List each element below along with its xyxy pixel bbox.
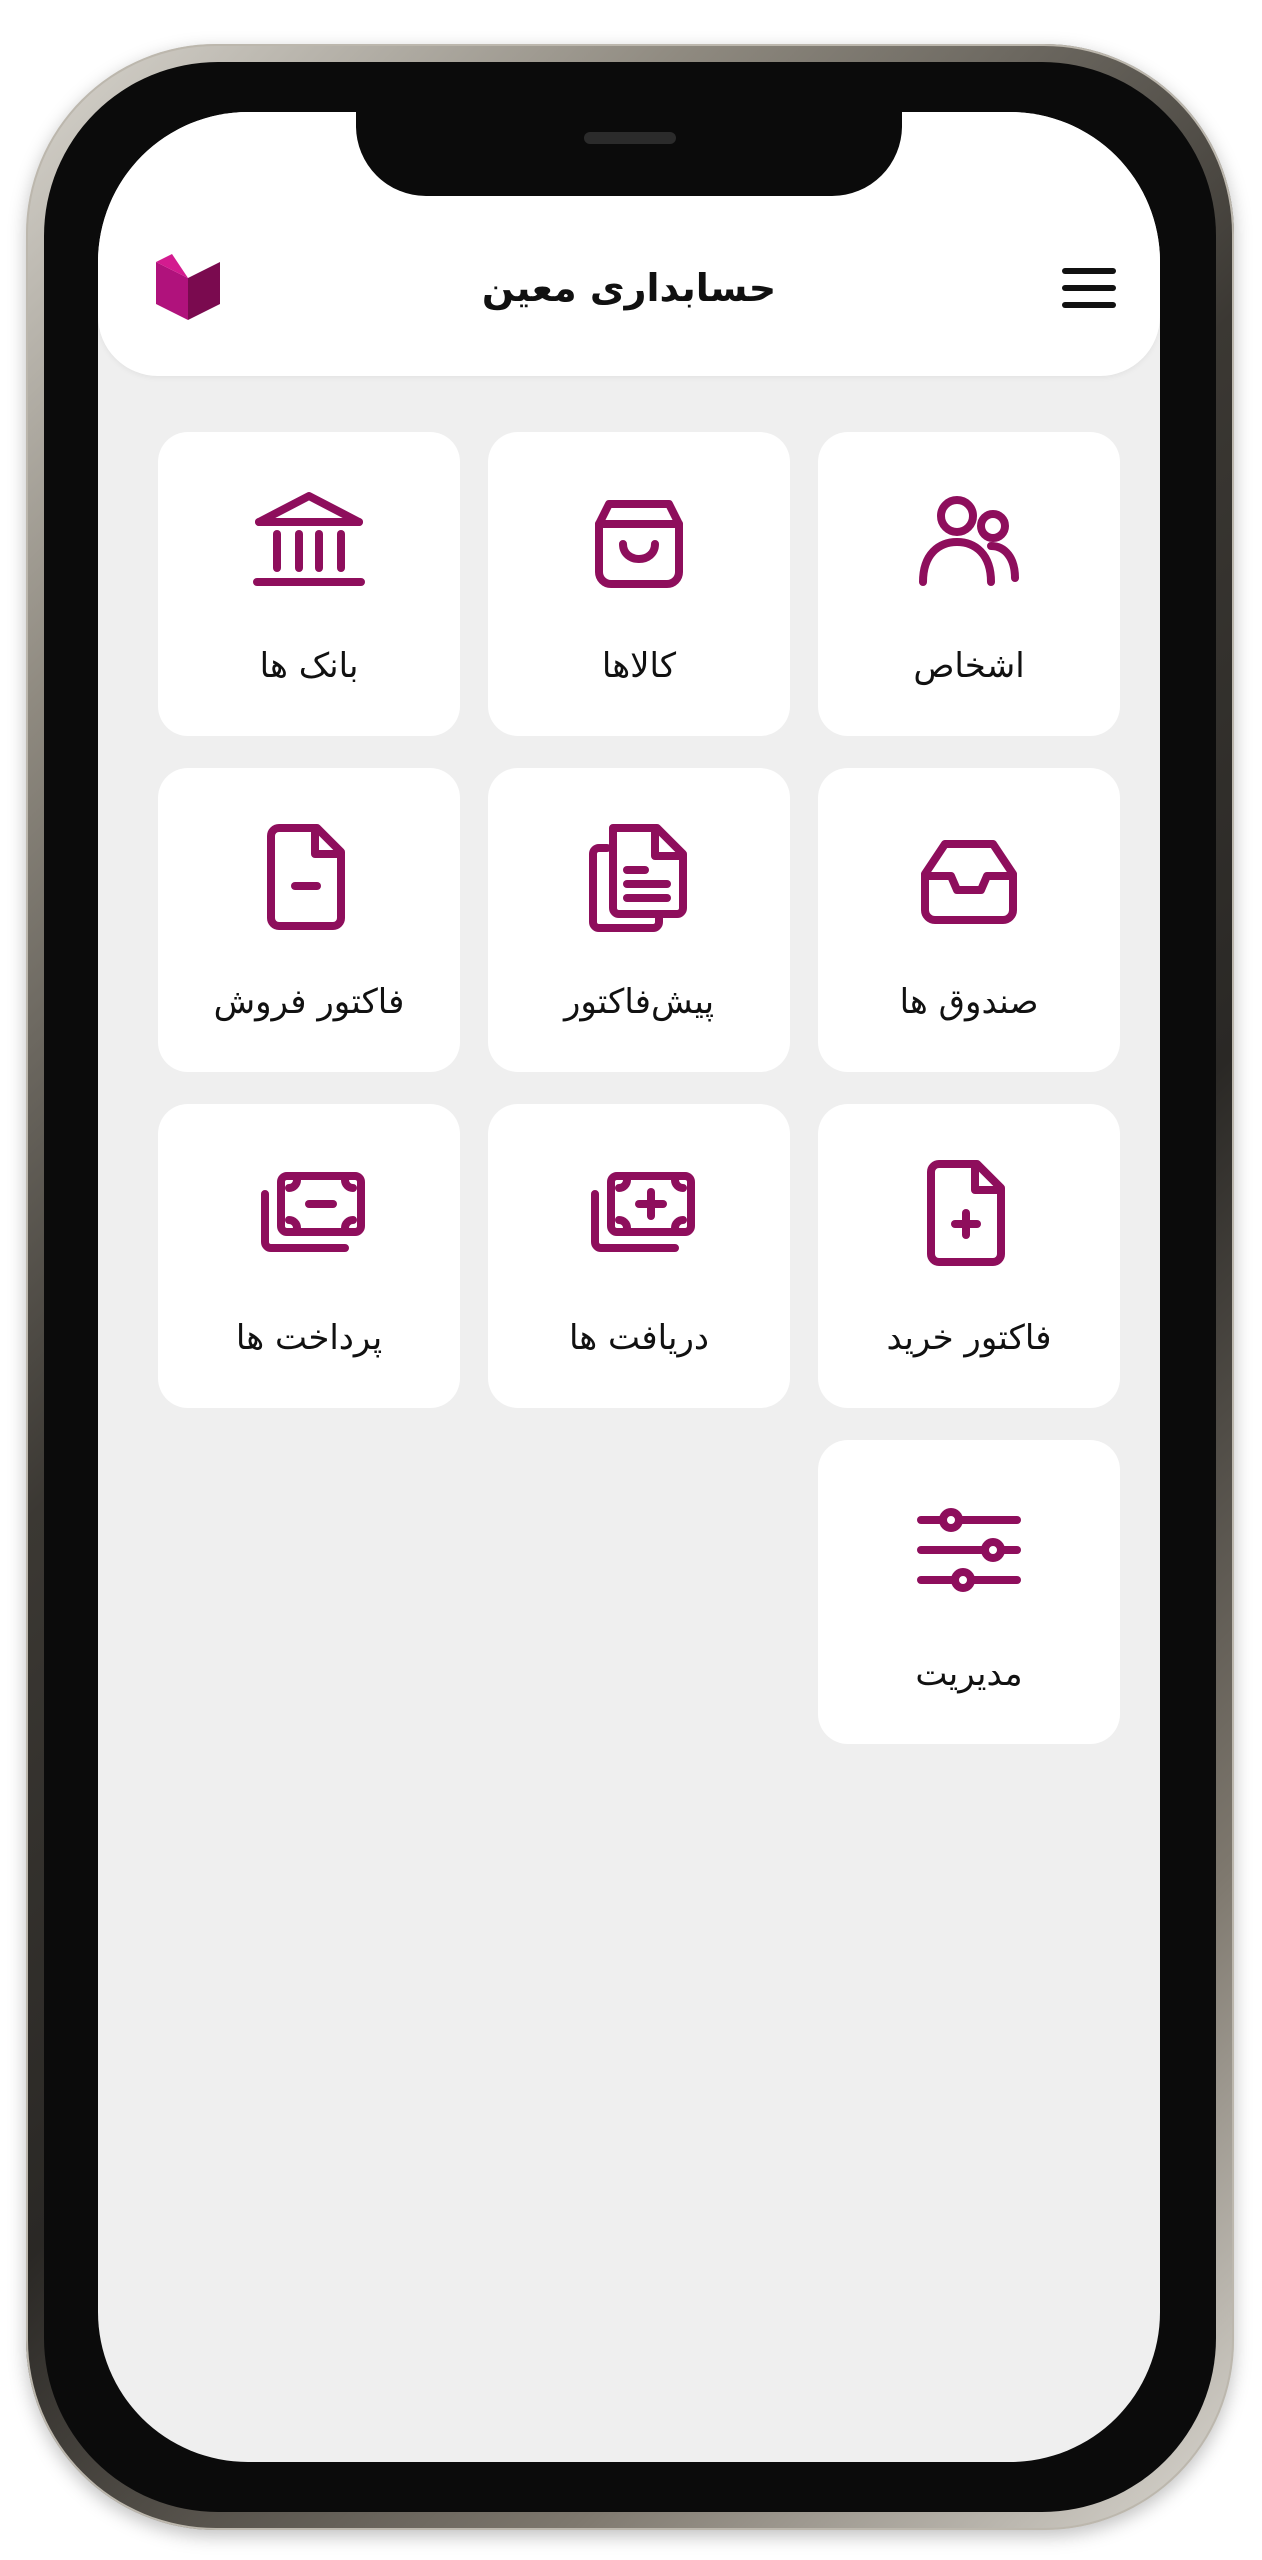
tile-persons[interactable]: اشخاص — [818, 432, 1120, 736]
tile-payments[interactable]: پرداخت ها — [158, 1104, 460, 1408]
tile-label: کالاها — [601, 646, 677, 686]
tile-label: بانک ها — [259, 646, 359, 686]
tile-label: فاکتور فروش — [213, 982, 405, 1022]
tile-label: پیش‌فاکتور — [563, 982, 715, 1022]
tile-management[interactable]: مدیریت — [818, 1440, 1120, 1744]
tile-cash-boxes[interactable]: صندوق ها — [818, 768, 1120, 1072]
shopping-bag-icon — [595, 500, 683, 588]
tile-receipts[interactable]: دریافت ها — [488, 1104, 790, 1408]
phone-frame: حسابداری معین اشخاص کالاها بانک ها صندوق… — [26, 44, 1234, 2530]
documents-icon — [589, 824, 687, 932]
page-title: حسابداری معین — [481, 266, 777, 310]
bank-icon — [253, 492, 365, 586]
tile-banks[interactable]: بانک ها — [158, 432, 460, 736]
cash-minus-icon — [261, 1172, 365, 1252]
tile-sales-invoice[interactable]: فاکتور فروش — [158, 768, 460, 1072]
users-icon — [919, 496, 1019, 586]
tile-purchase-invoice[interactable]: فاکتور خرید — [818, 1104, 1120, 1408]
file-minus-icon — [267, 824, 345, 930]
file-plus-icon — [927, 1160, 1005, 1266]
hamburger-menu-icon[interactable] — [1058, 262, 1120, 314]
tile-label: اشخاص — [913, 646, 1025, 686]
phone-speaker — [584, 132, 676, 144]
inbox-icon — [921, 840, 1017, 924]
tile-label: صندوق ها — [899, 982, 1039, 1022]
phone-notch — [356, 112, 902, 196]
sliders-icon — [917, 1508, 1021, 1592]
app-screen: حسابداری معین اشخاص کالاها بانک ها صندوق… — [98, 112, 1160, 2462]
tile-label: مدیریت — [915, 1654, 1023, 1694]
tile-proforma[interactable]: پیش‌فاکتور — [488, 768, 790, 1072]
tile-products[interactable]: کالاها — [488, 432, 790, 736]
tile-label: فاکتور خرید — [886, 1318, 1052, 1358]
tile-label: پرداخت ها — [235, 1318, 383, 1358]
tile-label: دریافت ها — [568, 1318, 710, 1358]
cash-plus-icon — [591, 1172, 695, 1252]
